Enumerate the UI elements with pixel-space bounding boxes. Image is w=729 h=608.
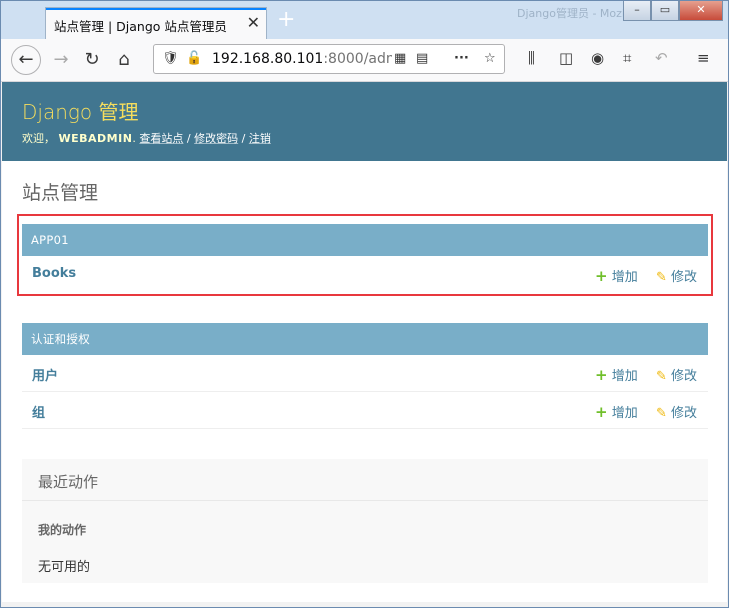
tab-title: 站点管理 | Django 站点管理员 xyxy=(54,19,227,34)
more-actions-icon[interactable]: ··· xyxy=(454,51,469,66)
back-button[interactable]: ← xyxy=(11,45,41,75)
change-label: 修改 xyxy=(671,369,698,384)
nav-toolbar: ← → ↻ ⌂ 🛡 🔓 192.168.80.101:8000/admi ▦ ▤… xyxy=(1,39,728,82)
change-password-link[interactable]: 修改密码 xyxy=(194,132,238,145)
change-link[interactable]: ✎ 修改 xyxy=(656,365,697,384)
new-tab-icon[interactable]: + xyxy=(277,7,295,33)
no-actions-text: 无可用的 xyxy=(38,560,91,575)
qr-code-icon[interactable]: ▦ xyxy=(394,51,406,66)
view-site-link[interactable]: 查看站点 xyxy=(139,132,183,145)
welcome-text: 欢迎， xyxy=(22,132,55,145)
url-host: 192.168.80.101 xyxy=(212,51,324,67)
close-tab-icon[interactable]: ✕ xyxy=(247,13,260,32)
separator: / xyxy=(241,132,246,145)
tab-active-indicator xyxy=(46,8,266,10)
add-link[interactable]: + 增加 xyxy=(595,402,638,421)
user-tools: 欢迎， WEBADMIN. 查看站点 / 修改密码 / 注销 xyxy=(22,132,271,145)
my-actions-heading: 我的动作 xyxy=(38,523,87,537)
logout-link[interactable]: 注销 xyxy=(249,132,271,145)
tab-strip: 站点管理 | Django 站点管理员 ✕ + Django管理员 - Mozi… xyxy=(1,1,728,39)
add-link[interactable]: + 增加 xyxy=(595,365,638,384)
highlight-box xyxy=(17,214,713,296)
insecure-lock-icon[interactable]: 🔓 xyxy=(186,51,202,66)
plus-icon: + xyxy=(595,403,608,421)
model-link[interactable]: 用户 xyxy=(32,365,58,384)
page-content: Django 管理 欢迎， WEBADMIN. 查看站点 / 修改密码 / 注销… xyxy=(2,82,727,602)
change-label: 修改 xyxy=(671,406,698,421)
app-caption[interactable]: 认证和授权 xyxy=(22,323,708,355)
change-link[interactable]: ✎ 修改 xyxy=(656,402,697,421)
maximize-button[interactable]: ▭ xyxy=(651,1,679,21)
browser-window: 站点管理 | Django 站点管理员 ✕ + Django管理员 - Mozi… xyxy=(0,0,729,608)
username: WEBADMIN xyxy=(58,132,133,145)
reload-button[interactable]: ↻ xyxy=(77,45,107,75)
bookmark-star-icon[interactable]: ☆ xyxy=(484,51,496,66)
recent-actions-title: 最近动作 xyxy=(38,473,99,491)
separator: / xyxy=(186,132,191,145)
admin-header: Django 管理 欢迎， WEBADMIN. 查看站点 / 修改密码 / 注销 xyxy=(2,82,727,161)
forward-button[interactable]: → xyxy=(46,45,76,75)
site-brand[interactable]: Django 管理 xyxy=(22,96,138,125)
undo-icon[interactable]: ↶ xyxy=(655,49,668,67)
hamburger-menu-icon[interactable]: ≡ xyxy=(697,49,710,67)
minimize-button[interactable]: – xyxy=(623,1,651,21)
reader-view-icon[interactable]: ▤ xyxy=(416,51,428,66)
screenshot-icon[interactable]: ⌗ xyxy=(623,49,631,67)
tab-django-admin[interactable]: 站点管理 | Django 站点管理员 ✕ xyxy=(45,7,267,39)
shield-icon[interactable]: 🛡 xyxy=(162,51,179,66)
home-button[interactable]: ⌂ xyxy=(109,45,139,75)
sidebar-icon[interactable]: ◫ xyxy=(559,49,573,67)
pencil-icon: ✎ xyxy=(656,406,667,421)
close-window-button[interactable]: ✕ xyxy=(679,1,723,21)
divider xyxy=(22,500,708,501)
app-module-auth: 认证和授权 用户 + 增加 ✎ 修改 组 + 增加 ✎ 修改 xyxy=(22,323,708,429)
model-link[interactable]: 组 xyxy=(32,402,45,421)
account-icon[interactable]: ◉ xyxy=(591,49,604,67)
plus-icon: + xyxy=(595,366,608,384)
page-title: 站点管理 xyxy=(22,182,99,204)
pencil-icon: ✎ xyxy=(656,369,667,384)
url-path: :8000/admi xyxy=(323,51,392,67)
url-text[interactable]: 192.168.80.101:8000/admi xyxy=(212,51,392,67)
url-bar[interactable]: 🛡 🔓 192.168.80.101:8000/admi ▦ ▤ ··· ☆ xyxy=(153,44,505,74)
add-label: 增加 xyxy=(611,406,638,421)
model-row-users: 用户 + 增加 ✎ 修改 xyxy=(22,355,708,392)
library-icon[interactable]: ⫼ xyxy=(528,49,535,67)
model-row-groups: 组 + 增加 ✎ 修改 xyxy=(22,392,708,429)
add-label: 增加 xyxy=(611,369,638,384)
recent-actions-module: 最近动作 我的动作 无可用的 xyxy=(22,459,708,583)
